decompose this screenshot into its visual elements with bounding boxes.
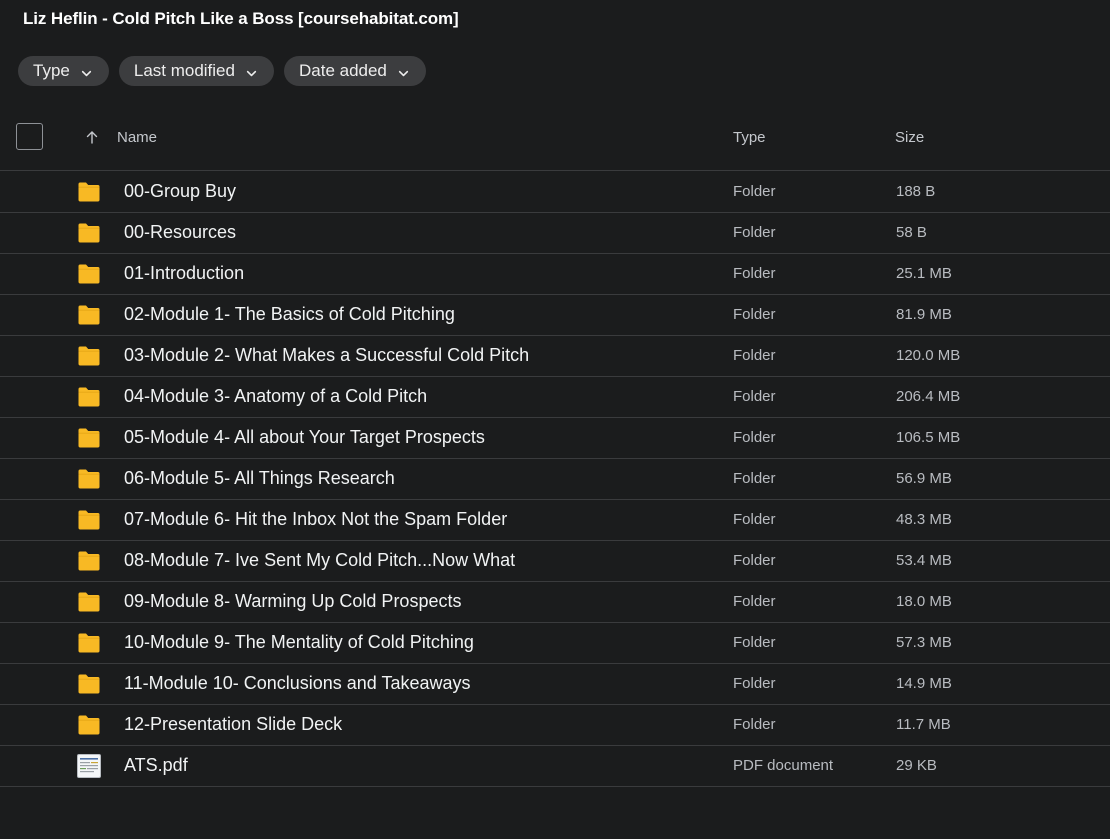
table-row[interactable]: 04-Module 3- Anatomy of a Cold Pitch Fold… [0,377,1110,418]
folder-icon [77,509,101,531]
row-type: Folder [733,470,776,487]
table-row[interactable]: 08-Module 7- Ive Sent My Cold Pitch...No… [0,541,1110,582]
chevron-down-icon [397,65,410,78]
row-type: Folder [733,224,776,241]
row-name: 00-Group Buy [124,181,237,201]
filter-bar: Type Last modified Date added [18,56,426,86]
table-row[interactable]: 06-Module 5- All Things Research Folder 56… [0,459,1110,500]
row-size: 56.9 MB [896,470,952,487]
row-type: Folder [733,675,776,692]
table-row[interactable]: 09-Module 8- Warming Up Cold Prospects Fo… [0,582,1110,623]
row-name: ATS.pdf [124,755,188,775]
row-name: 02-Module 1- The Basics of Cold Pitching [124,304,455,324]
column-header-type[interactable]: Type [733,129,766,146]
chevron-down-icon [80,65,93,78]
folder-icon [77,591,101,613]
select-all-checkbox[interactable] [16,123,43,150]
row-name: 06-Module 5- All Things Research [124,468,395,488]
row-size: 188 B [896,183,936,200]
table-row[interactable]: 05-Module 4- All about Your Target Prosp… [0,418,1110,459]
filter-chip-label: Type [33,61,70,80]
row-type: Folder [733,306,776,323]
row-name: 01-Introduction [124,263,245,283]
pdf-thumbnail-icon [77,754,101,778]
table-row[interactable]: 12-Presentation Slide Deck Folder 11.7 MB [0,705,1110,746]
file-list: 00-Group Buy Folder 188 B 00-Resources Folde… [0,172,1110,787]
table-row[interactable]: 10-Module 9- The Mentality of Cold Pitch… [0,623,1110,664]
filter-chip-type[interactable]: Type [18,56,109,86]
row-size: 106.5 MB [896,429,961,446]
folder-icon [77,714,101,736]
row-size: 120.0 MB [896,347,961,364]
row-size: 81.9 MB [896,306,952,323]
filter-chip-label: Last modified [133,61,235,80]
row-type: Folder [733,552,776,569]
table-row[interactable]: 01-Introduction Folder 25.1 MB [0,254,1110,295]
row-size: 58 B [896,224,927,241]
folder-icon [77,632,101,654]
folder-icon [77,386,101,408]
folder-icon [77,181,101,203]
row-type: Folder [733,347,776,364]
row-name: 00-Resources [124,222,237,242]
row-name: 03-Module 2- What Makes a Successful Col… [124,345,530,365]
arrow-up-icon[interactable] [84,129,100,145]
row-name: 11-Module 10- Conclusions and Takeaways [124,673,471,693]
table-row[interactable]: 00-Resources Folder 58 B [0,213,1110,254]
column-header-size[interactable]: Size [895,129,924,146]
row-type: Folder [733,429,776,446]
folder-icon [77,222,101,244]
folder-icon [77,427,101,449]
column-header-name[interactable]: Name [117,129,157,146]
row-type: Folder [733,511,776,528]
row-size: 18.0 MB [896,593,952,610]
table-row[interactable]: 03-Module 2- What Makes a Successful Col… [0,336,1110,377]
folder-icon [77,345,101,367]
row-name: 10-Module 9- The Mentality of Cold Pitch… [124,632,474,652]
row-type: Folder [733,716,776,733]
folder-icon [77,468,101,490]
table-row[interactable]: 07-Module 6- Hit the Inbox Not the Spam … [0,500,1110,541]
filter-chip-last-modified[interactable]: Last modified [118,56,274,86]
row-type: Folder [733,265,776,282]
folder-icon [77,550,101,572]
row-size: 48.3 MB [896,511,952,528]
table-row[interactable]: 02-Module 1- The Basics of Cold Pitching… [0,295,1110,336]
row-type: Folder [733,183,776,200]
table-row[interactable]: ATS.pdf PDF document 29 KB [0,746,1110,787]
chevron-down-icon [245,65,258,78]
folder-icon [77,263,101,285]
table-row[interactable]: 00-Group Buy Folder 188 B [0,172,1110,213]
row-name: 09-Module 8- Warming Up Cold Prospects [124,591,462,611]
table-row[interactable]: 11-Module 10- Conclusions and Takeaways F… [0,664,1110,705]
filter-chip-date-added[interactable]: Date added [283,56,426,86]
row-size: 29 KB [896,757,937,774]
folder-icon [77,673,101,695]
row-type: Folder [733,634,776,651]
row-size: 53.4 MB [896,552,952,569]
filter-chip-label: Date added [298,61,387,80]
table-header: Name Type Size [0,116,1110,171]
row-size: 206.4 MB [896,388,961,405]
row-name: 12-Presentation Slide Deck [124,714,343,734]
row-type: PDF document [733,757,834,774]
row-size: 25.1 MB [896,265,952,282]
row-name: 04-Module 3- Anatomy of a Cold Pitch [124,386,428,406]
row-size: 57.3 MB [896,634,952,651]
row-size: 11.7 MB [896,716,951,733]
folder-icon [77,304,101,326]
row-type: Folder [733,593,776,610]
row-name: 08-Module 7- Ive Sent My Cold Pitch...No… [124,550,516,570]
page-title: Liz Heflin - Cold Pitch Like a Boss [cou… [23,9,459,28]
row-name: 07-Module 6- Hit the Inbox Not the Spam … [124,509,508,529]
row-name: 05-Module 4- All about Your Target Prosp… [124,427,485,447]
row-type: Folder [733,388,776,405]
row-size: 14.9 MB [896,675,952,692]
